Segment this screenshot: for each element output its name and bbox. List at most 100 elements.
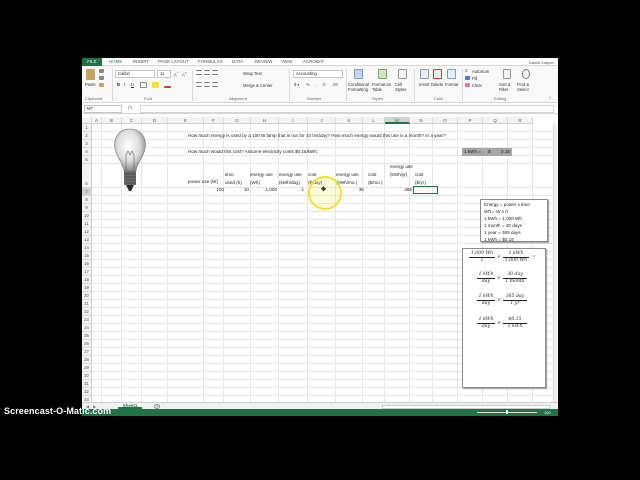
row-header[interactable]: 18	[82, 276, 92, 284]
row-header[interactable]: 2	[82, 132, 92, 140]
column-header[interactable]: B	[102, 117, 122, 124]
percent-icon[interactable]: %	[306, 82, 310, 87]
increase-font-icon[interactable]: A^	[174, 71, 178, 77]
tab-data[interactable]: DATA	[232, 59, 243, 64]
column-header[interactable]: A	[92, 117, 102, 124]
row-header[interactable]: 5	[82, 156, 92, 164]
clear-icon[interactable]	[465, 83, 470, 87]
bottom-align-icon[interactable]	[212, 70, 218, 75]
underline-button[interactable]: U	[131, 82, 134, 87]
row-header[interactable]: 11	[82, 220, 92, 228]
column-header[interactable]: E	[168, 117, 204, 124]
autosum-icon[interactable]: Σ	[465, 68, 468, 73]
row-header[interactable]: 15	[82, 252, 92, 260]
value-power-use[interactable]: 100	[203, 187, 224, 192]
column-header[interactable]: H	[251, 117, 279, 124]
row-header[interactable]: 8	[82, 196, 92, 204]
column-header[interactable]: J	[308, 117, 336, 124]
merge-center-button[interactable]: Merge & Center	[243, 83, 273, 88]
row-header[interactable]: 20	[82, 292, 92, 300]
italic-button[interactable]: I	[124, 82, 125, 87]
formula-input[interactable]	[140, 105, 554, 113]
add-sheet-button[interactable]: +	[154, 403, 160, 409]
copy-icon[interactable]	[99, 76, 104, 80]
cell-styles-button[interactable]: Cell Styles	[395, 82, 411, 92]
column-header[interactable]: R	[508, 117, 533, 124]
collapse-ribbon-icon[interactable]: ^	[549, 96, 551, 101]
delete-cells-icon[interactable]	[433, 69, 442, 79]
row-header[interactable]: 29	[82, 364, 92, 372]
row-header[interactable]: 32	[82, 388, 92, 396]
top-align-icon[interactable]	[196, 70, 202, 75]
row-header[interactable]: 28	[82, 356, 92, 364]
row-header[interactable]: 13	[82, 236, 92, 244]
tab-insert[interactable]: INSERT	[133, 59, 149, 64]
column-header[interactable]: O	[433, 117, 458, 124]
column-header[interactable]: K	[336, 117, 363, 124]
autosum-button[interactable]: AutoSum	[472, 69, 489, 74]
column-header[interactable]: C	[122, 117, 142, 124]
header-energy-use-wh[interactable]: energy use (Wh)	[250, 171, 278, 187]
header-energy-use-kwh-mo[interactable]: energy use (kWh/mo.)	[336, 171, 366, 187]
row-header[interactable]: 31	[82, 380, 92, 388]
format-button[interactable]: Format	[445, 82, 458, 87]
fill-icon[interactable]	[465, 76, 470, 80]
row-header[interactable]: 17	[82, 268, 92, 276]
zoom-slider-thumb[interactable]	[506, 410, 508, 414]
insert-function-icon[interactable]: fx	[128, 105, 133, 111]
row-header[interactable]: 9	[82, 204, 92, 212]
column-header[interactable]: I	[279, 117, 308, 124]
tab-view[interactable]: VIEW	[281, 59, 292, 64]
row-header[interactable]: 26	[82, 340, 92, 348]
row-header[interactable]: 27	[82, 348, 92, 356]
value-energy-use-kwh-yr[interactable]: 365	[390, 187, 412, 192]
clear-button[interactable]: Clear	[472, 83, 482, 88]
tab-file[interactable]: FILE	[82, 58, 102, 66]
find-select-icon[interactable]	[522, 69, 530, 79]
font-name-select[interactable]: Calibri	[115, 70, 155, 78]
sort-filter-icon[interactable]	[503, 69, 511, 79]
row-header[interactable]: 1	[82, 124, 92, 132]
decrease-decimal-icon[interactable]: .00	[332, 82, 338, 87]
column-header[interactable]: F	[204, 117, 224, 124]
row-header[interactable]: 16	[82, 260, 92, 268]
zoom-level[interactable]: 100	[544, 410, 551, 415]
column-header[interactable]: M	[385, 117, 410, 124]
header-time-used[interactable]: time used (h)	[225, 171, 243, 187]
column-header[interactable]: N	[410, 117, 433, 124]
conditional-formatting-icon[interactable]	[354, 69, 363, 79]
conditional-formatting-button[interactable]: Conditional Formatting	[348, 82, 370, 92]
row-header[interactable]: 6	[82, 164, 92, 188]
left-align-icon[interactable]	[196, 82, 202, 87]
column-header[interactable]: G	[224, 117, 251, 124]
name-box[interactable]: M7	[84, 105, 122, 113]
insert-button[interactable]: Insert	[419, 82, 429, 87]
header-cost-yr[interactable]: cost ($/yr)	[415, 171, 431, 187]
header-energy-use-kwh-yr[interactable]: energy use (kWh/yr)	[390, 163, 414, 179]
value-time-used[interactable]: 10	[225, 187, 249, 192]
increase-decimal-icon[interactable]: .0	[322, 82, 326, 87]
font-size-select[interactable]: 11	[157, 70, 171, 78]
tab-formulas[interactable]: FORMULAS	[198, 59, 223, 64]
horizontal-scrollbar[interactable]	[382, 404, 550, 409]
header-energy-use-kwh-day[interactable]: energy use (kWh/day)	[279, 171, 309, 187]
active-cell-m7[interactable]	[413, 186, 438, 194]
vertical-scrollbar[interactable]	[553, 124, 558, 402]
font-color-icon[interactable]	[164, 82, 171, 88]
value-energy-use-wh[interactable]: 1,000	[250, 187, 278, 192]
row-header[interactable]: 4	[82, 148, 92, 156]
sort-filter-button[interactable]: Sort & Filter	[499, 82, 515, 92]
row-header[interactable]: 23	[82, 316, 92, 324]
middle-align-icon[interactable]	[204, 70, 210, 75]
row-header[interactable]: 12	[82, 228, 92, 236]
format-as-table-icon[interactable]	[378, 69, 387, 79]
row-header[interactable]: 10	[82, 212, 92, 220]
bold-button[interactable]: B	[117, 82, 120, 87]
cell-styles-icon[interactable]	[398, 69, 407, 79]
currency-icon[interactable]: $ ▾	[294, 82, 300, 87]
comma-icon[interactable]: ,	[315, 82, 316, 87]
value-energy-use-kwh-day[interactable]: 1	[279, 187, 304, 192]
column-header[interactable]: D	[142, 117, 168, 124]
unit-conversion-box[interactable]: 1,000 Wh 1 × 1 kWh 1,000 Wh = 1 kWh day …	[462, 248, 546, 388]
row-header[interactable]: 22	[82, 308, 92, 316]
